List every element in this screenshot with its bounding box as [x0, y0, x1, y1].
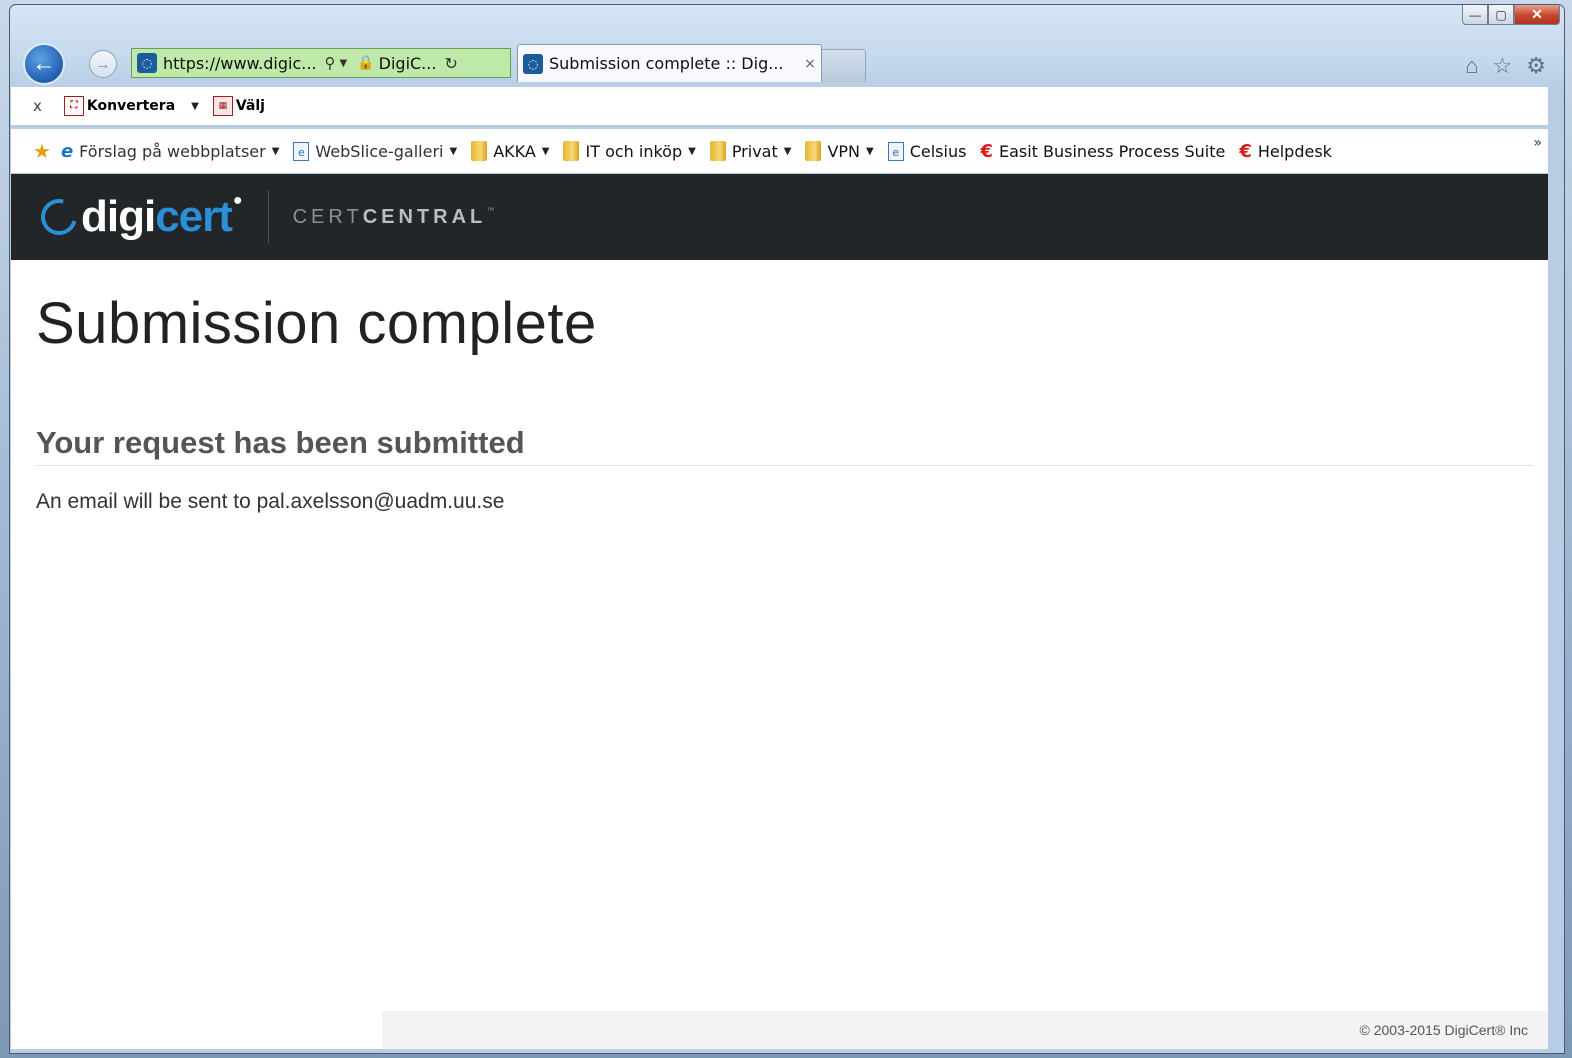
page-icon: e — [293, 141, 310, 161]
logo-digi: digi — [81, 192, 156, 241]
favorites-item-helpdesk[interactable]: € Helpdesk — [1239, 141, 1332, 162]
tab-title: Submission complete :: Dig... — [549, 54, 784, 73]
favorites-item-label: IT och inköp — [585, 141, 683, 161]
page-viewport: digicert● CERTCENTRAL™ Submission comple… — [11, 174, 1548, 1049]
browser-right-icons: ⌂ ☆ ⚙ — [1465, 53, 1546, 79]
minimize-button[interactable]: — — [1462, 5, 1488, 25]
product-name-light: CERT — [292, 205, 363, 228]
favorites-item-celsius[interactable]: e Celsius — [887, 141, 967, 161]
trademark-mark: ™ — [486, 205, 495, 215]
tab-submission-complete[interactable]: ◌ Submission complete :: Dig... × — [517, 44, 822, 82]
favorites-bar: ★ e Förslag på webbplatser ▼ e WebSlice-… — [11, 129, 1548, 173]
confirmation-note: An email will be sent to pal.axelsson@ua… — [36, 490, 1534, 514]
product-name-bold: CENTRAL — [362, 205, 487, 228]
logo-divider — [267, 190, 269, 244]
new-tab-button[interactable] — [822, 49, 866, 82]
favorites-item-suggested-sites[interactable]: e Förslag på webbplatser ▼ — [61, 141, 279, 162]
arrow-left-icon: ← — [32, 50, 56, 77]
digicert-favicon-icon: ◌ — [523, 53, 543, 74]
certificate-label[interactable]: DigiC... — [379, 54, 437, 73]
main-content: Submission complete Your request has bee… — [11, 290, 1548, 514]
close-window-button[interactable]: ✕ — [1514, 5, 1560, 25]
address-bar[interactable]: ◌ https://www.digic... ⚲ ▼ 🔒 DigiC... ↻ — [131, 48, 511, 78]
chevron-down-icon: ▼ — [866, 145, 874, 157]
chevron-down-icon[interactable]: ▼ — [340, 58, 348, 69]
email-address: pal.axelsson@uadm.uu.se — [256, 490, 505, 513]
more-favorites-icon[interactable]: » — [1533, 135, 1542, 151]
back-button[interactable]: ← — [23, 43, 65, 85]
maximize-button[interactable]: ▢ — [1488, 5, 1514, 25]
section-heading: Your request has been submitted — [36, 425, 1534, 466]
favorites-item-label: Förslag på webbplatser — [79, 141, 266, 161]
digicert-logo[interactable]: digicert● — [34, 192, 243, 242]
folder-icon — [805, 141, 822, 161]
add-favorite-icon[interactable]: ★ — [33, 139, 51, 163]
forward-button[interactable]: → — [89, 50, 117, 78]
tab-close-icon[interactable]: × — [799, 56, 821, 72]
favorites-item-privat[interactable]: Privat ▼ — [709, 141, 792, 161]
select-pdf-icon: ▦ — [212, 96, 233, 116]
favorites-item-vpn[interactable]: VPN ▼ — [805, 141, 874, 161]
page-footer: © 2003-2015 DigiCert® Inc — [382, 1011, 1548, 1049]
chevron-down-icon: ▼ — [688, 145, 696, 157]
folder-icon — [709, 141, 726, 161]
command-bar: x ⛶ Konvertera ▼ ▦ Välj — [11, 87, 1548, 125]
logo-text: digicert● — [81, 192, 243, 242]
close-toolbar-icon[interactable]: x — [33, 97, 42, 115]
favorites-item-label: AKKA — [493, 141, 536, 161]
convert-button[interactable]: Konvertera — [87, 98, 175, 114]
digicert-favicon-icon: ◌ — [137, 53, 157, 73]
home-icon[interactable]: ⌂ — [1465, 53, 1478, 79]
lock-icon[interactable]: 🔒 — [357, 55, 374, 71]
favorites-item-label: VPN — [827, 141, 861, 161]
arrow-right-icon: → — [95, 55, 111, 73]
chevron-down-icon: ▼ — [541, 145, 550, 157]
favorites-item-label: Celsius — [909, 141, 967, 161]
chevron-down-icon: ▼ — [449, 145, 458, 157]
site-header: digicert● CERTCENTRAL™ — [11, 174, 1548, 260]
page-icon: e — [887, 141, 904, 161]
favorites-item-label: Privat — [731, 141, 778, 161]
product-name: CERTCENTRAL™ — [293, 206, 495, 229]
refresh-icon[interactable]: ↻ — [444, 54, 457, 73]
gear-icon[interactable]: ⚙ — [1526, 53, 1546, 79]
url-host: www.digic... — [220, 53, 317, 73]
logo-cert: cert — [155, 192, 233, 241]
chevron-down-icon[interactable]: ▼ — [191, 101, 199, 112]
search-icon[interactable]: ⚲ — [325, 54, 336, 72]
page-title: Submission complete — [36, 291, 597, 356]
logo-dot: ● — [232, 192, 243, 209]
digicert-logo-icon — [34, 192, 84, 242]
favorites-item-label: Helpdesk — [1257, 141, 1332, 161]
favorites-item-label: Easit Business Process Suite — [998, 141, 1226, 161]
easit-icon: € — [1239, 140, 1252, 162]
folder-icon — [471, 141, 488, 161]
favorites-item-akka[interactable]: AKKA ▼ — [471, 141, 549, 161]
navigation-row: ← → ◌ https://www.digic... ⚲ ▼ 🔒 DigiC..… — [10, 41, 1564, 89]
note-text: An email will be sent to — [36, 490, 257, 513]
chevron-down-icon: ▼ — [271, 145, 280, 157]
address-url[interactable]: https://www.digic... — [163, 54, 317, 73]
folder-icon — [563, 141, 580, 161]
pdf-icon: ⛶ — [63, 96, 84, 116]
ie-icon: e — [60, 140, 74, 162]
favorites-item-it-och-inkop[interactable]: IT och inköp ▼ — [563, 141, 696, 161]
easit-icon: € — [980, 140, 993, 162]
chevron-down-icon: ▼ — [783, 145, 792, 157]
select-button[interactable]: Välj — [236, 98, 265, 114]
favorites-item-easit[interactable]: € Easit Business Process Suite — [980, 141, 1225, 162]
favorites-item-label: WebSlice-galleri — [315, 141, 444, 161]
favorites-item-webslice[interactable]: e WebSlice-galleri ▼ — [293, 141, 458, 161]
window-caption-buttons: — ▢ ✕ — [1462, 5, 1560, 25]
star-icon[interactable]: ☆ — [1493, 53, 1513, 79]
url-scheme: https:// — [163, 53, 221, 73]
